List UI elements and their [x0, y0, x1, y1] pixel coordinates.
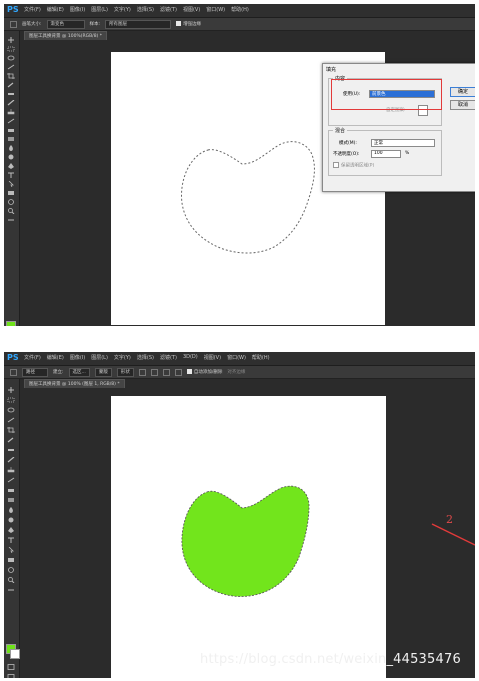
opacity-label: 不透明度(O): [333, 152, 360, 157]
watermark: https://blog.csdn.net/weixin_44535476 [200, 652, 461, 667]
preserve-transparency-checkbox[interactable]: 保留透明区域(P) [333, 162, 374, 169]
ok-button[interactable]: 确定 [450, 87, 475, 97]
fill-dialog: 填充 内容 使用(U): 前景色 自定图案: 混合 模式(M): 正常 不透明度… [322, 63, 475, 192]
dialog-title: 填充 [326, 67, 337, 73]
mode-label: 模式(M): [339, 141, 357, 146]
opacity-unit: % [405, 151, 410, 156]
preserve-transparency-label: 保留透明区域(P) [341, 163, 375, 169]
photoshop-window-filled-shape: PS 文件(F) 编辑(E) 图像(I) 图层(L) 文字(Y) 选择(S) 滤… [4, 352, 475, 678]
blend-group: 混合 模式(M): 正常 不透明度(O): 100 % 保留透明区域(P) [328, 127, 442, 176]
cancel-button[interactable]: 取消 [450, 100, 475, 110]
red-highlight-box [331, 79, 442, 110]
annotation-arrow [431, 523, 475, 546]
checkbox-icon [333, 162, 339, 168]
opacity-input[interactable]: 100 [371, 150, 401, 158]
green-filled-shape [181, 485, 310, 597]
mode-select[interactable]: 正常 [371, 139, 435, 147]
annotation-number: 2 [446, 513, 453, 526]
photoshop-window-fill-dialog: PS 文件(F) 编辑(E) 图像(I) 图层(L) 文字(Y) 选择(S) 滤… [4, 4, 475, 326]
filled-shape-layer [181, 485, 475, 597]
blend-group-title: 混合 [333, 127, 348, 134]
